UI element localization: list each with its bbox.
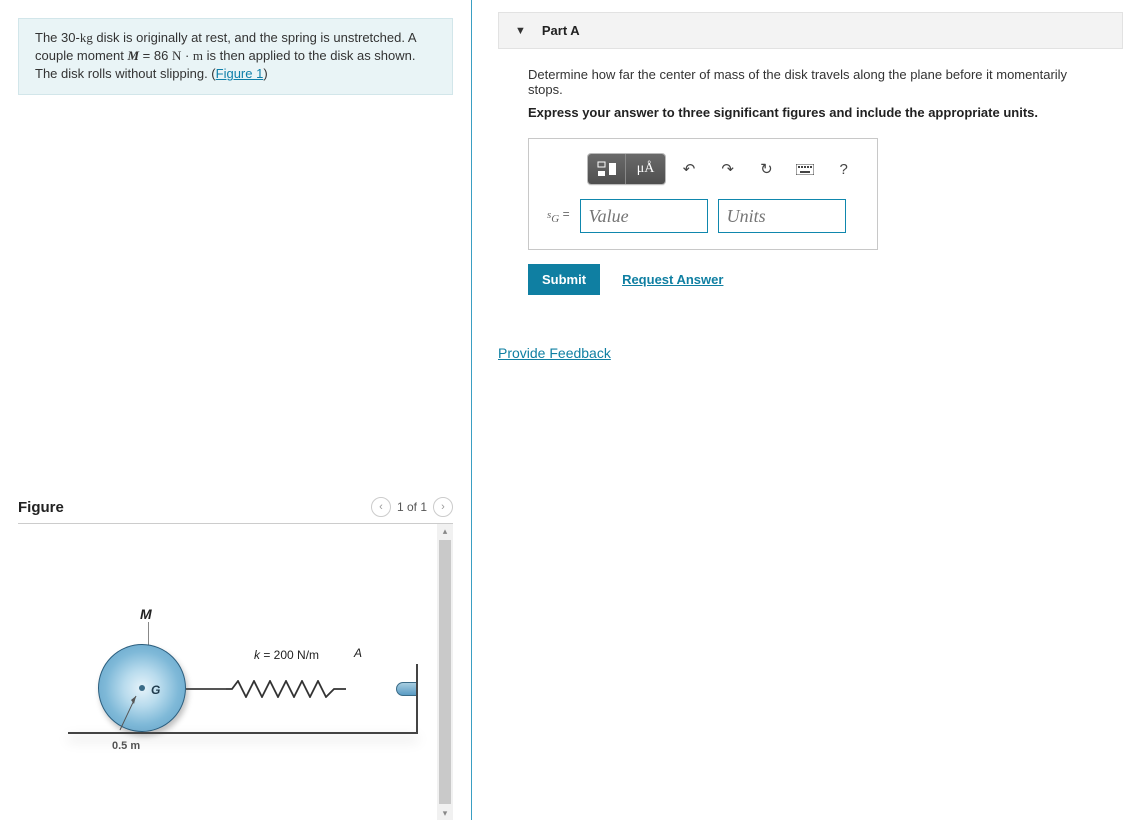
radius-leader-icon [116,692,140,732]
spring-icon [226,680,346,698]
provide-feedback-link[interactable]: Provide Feedback [498,345,611,361]
figure-link[interactable]: Figure 1 [216,66,264,81]
fraction-icon [597,161,617,177]
keyboard-icon [796,164,814,175]
units-input[interactable] [718,199,846,233]
help-button[interactable]: ? [828,154,859,184]
disk-icon: G [98,644,186,732]
answer-box: μÅ ↶ ↷ ↻ ? [528,138,878,250]
undo-button[interactable]: ↶ [674,154,705,184]
instruction-bold: Express your answer to three significant… [528,105,1093,120]
figure-next-button[interactable]: › [433,497,453,517]
scroll-thumb[interactable] [439,540,451,804]
part-a-header[interactable]: ▼ Part A [498,12,1123,49]
figure-header: Figure ‹ 1 of 1 › [18,497,453,524]
radius-label: 0.5 m [112,740,140,752]
value-input[interactable] [580,199,708,233]
part-a-title: Part A [542,23,580,38]
moment-label: M [140,606,152,622]
submit-button[interactable]: Submit [528,264,600,295]
keyboard-button[interactable] [790,154,821,184]
problem-statement: The 30-kg disk is originally at rest, an… [18,18,453,95]
templates-button[interactable] [588,154,626,184]
collapse-icon[interactable]: ▼ [515,25,526,37]
problem-text: The 30-kg disk is originally at rest, an… [35,30,416,81]
anchor-icon [396,682,418,696]
figure-title: Figure [18,499,64,516]
variable-label: sG = [547,207,570,224]
special-chars-button[interactable]: μÅ [626,154,664,184]
point-a-label: A [354,646,362,660]
center-label: G [151,683,160,697]
scroll-up-icon[interactable]: ▴ [437,524,453,538]
figure-counter: 1 of 1 [397,500,427,514]
figure-canvas: M G 0.5 m k = 200 N/m [18,524,437,820]
spring-constant-label: k = 200 N/m [254,648,319,662]
reset-button[interactable]: ↻ [751,154,782,184]
instruction-text: Determine how far the center of mass of … [528,67,1093,97]
figure-prev-button[interactable]: ‹ [371,497,391,517]
scroll-down-icon[interactable]: ▾ [437,806,453,820]
redo-button[interactable]: ↷ [712,154,743,184]
figure-scrollbar[interactable]: ▴ ▾ [437,524,453,820]
request-answer-link[interactable]: Request Answer [622,272,723,287]
